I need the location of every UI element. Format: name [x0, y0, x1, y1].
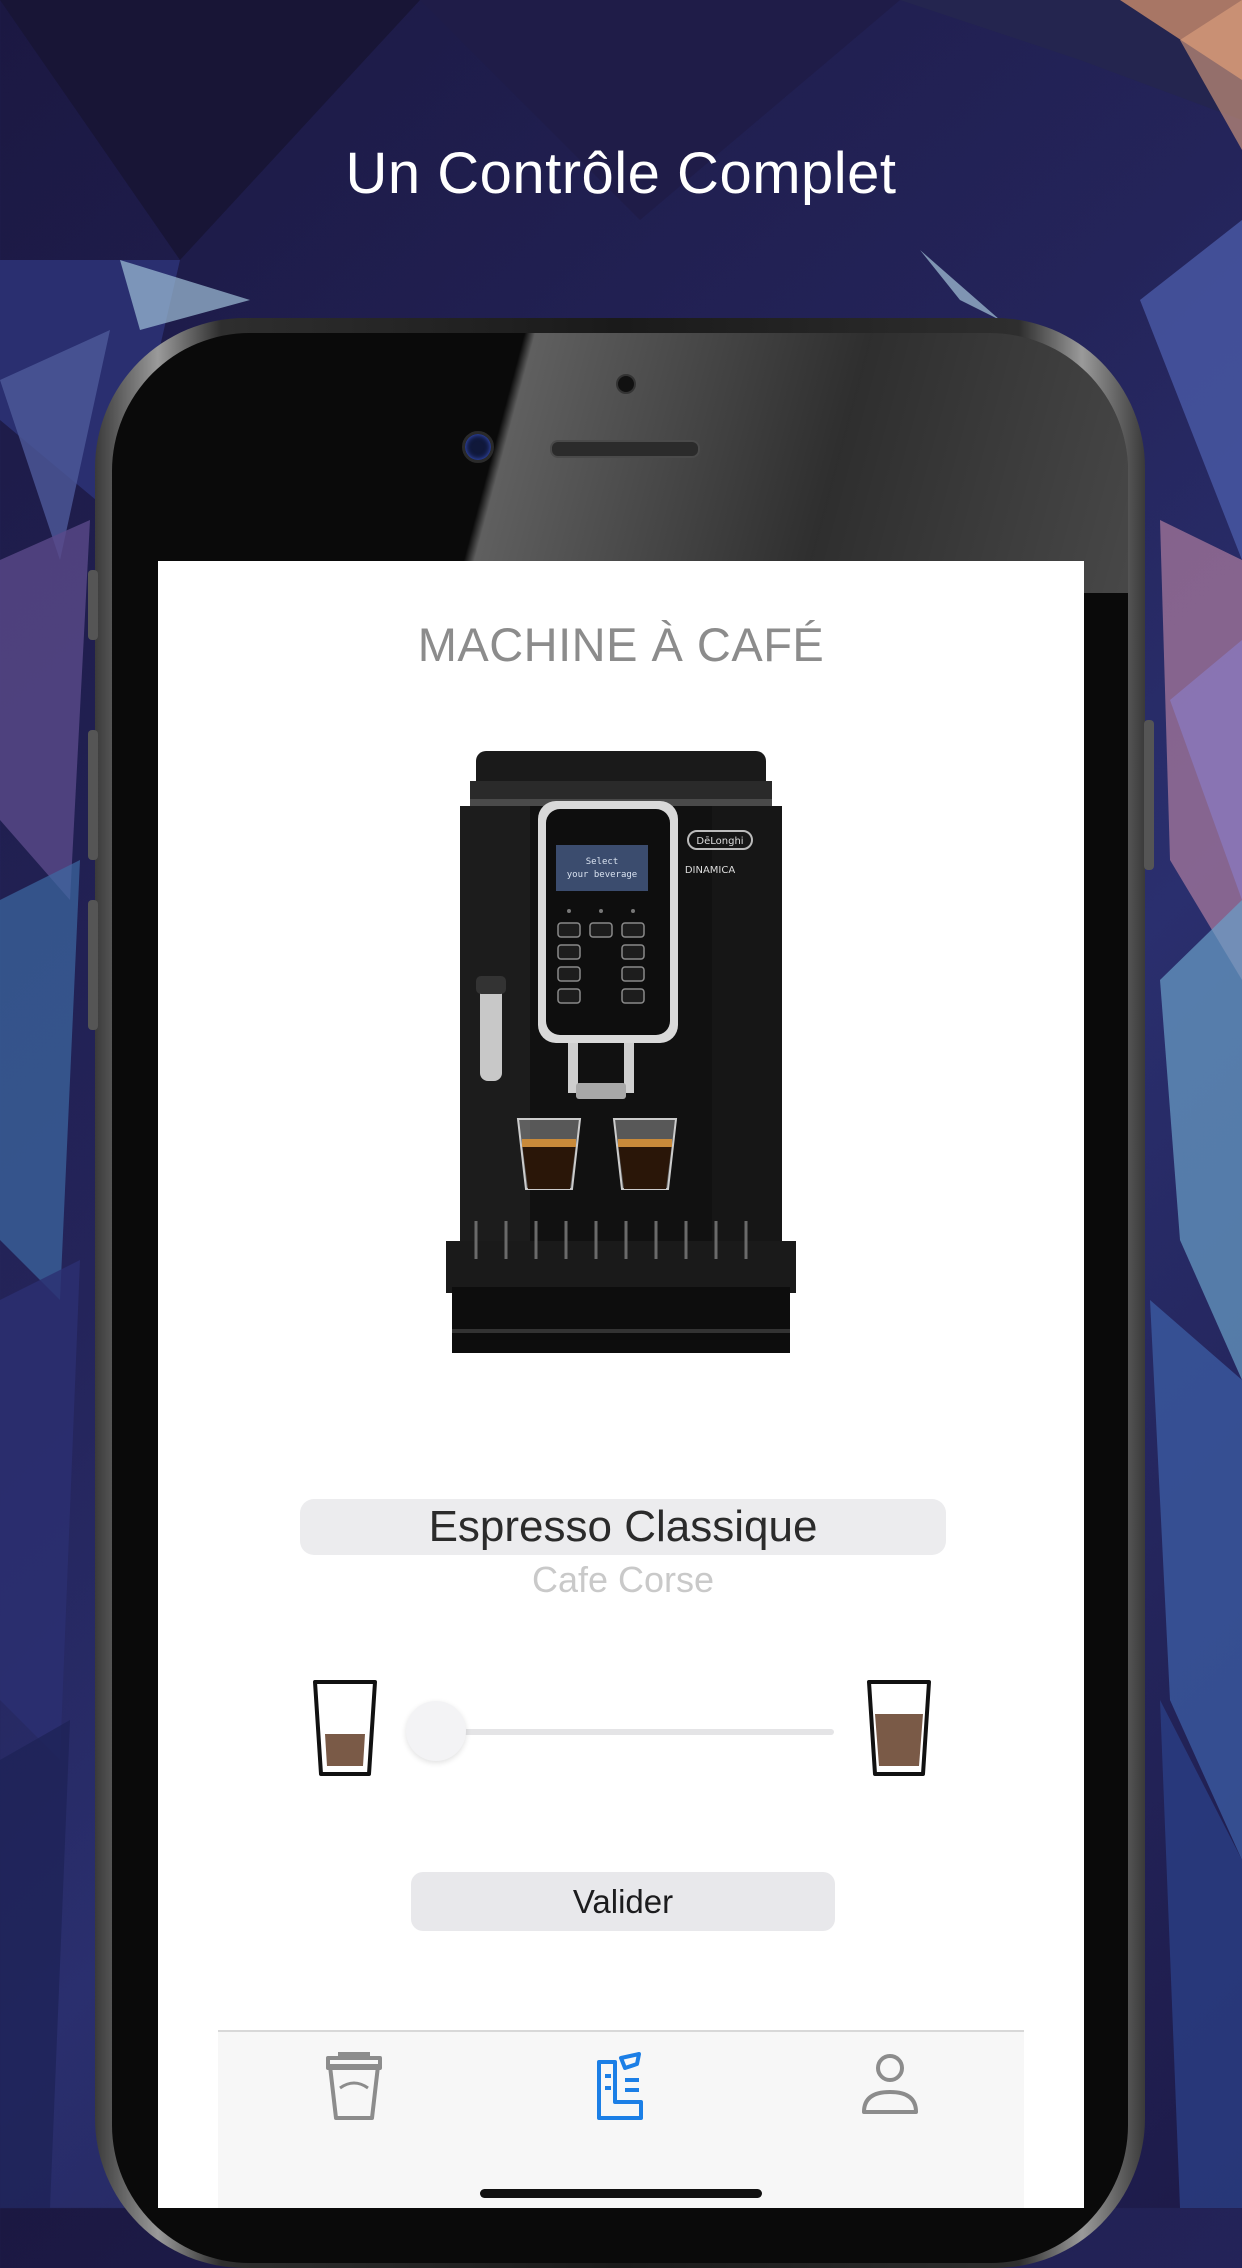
earpiece-speaker [550, 440, 700, 458]
tab-profile[interactable] [840, 2032, 940, 2132]
beverage-picker-selected[interactable]: Espresso Classique [300, 1499, 946, 1555]
volume-down-button [88, 900, 98, 1030]
profile-icon [862, 2054, 918, 2114]
coffee-machine-image: Select your beverage DēLonghi DINAMICA [446, 751, 796, 1353]
large-cup-icon [867, 1680, 931, 1776]
promo-headline: Un Contrôle Complet [345, 141, 897, 206]
tab-beverages[interactable] [304, 2032, 404, 2132]
app-screen: MACHINE À CAFÉ Select your beverage DēLo… [158, 561, 1084, 2208]
machine-display-line2: your beverage [567, 870, 637, 880]
small-cup-icon [313, 1680, 377, 1776]
tab-bar [218, 2030, 1024, 2208]
machine-display-line1: Select [586, 857, 619, 867]
power-button [1144, 720, 1154, 870]
coffee-cup-icon [326, 2052, 382, 2120]
volume-up-button [88, 730, 98, 860]
home-indicator[interactable] [480, 2189, 762, 2198]
phone-glare [112, 333, 1128, 593]
mute-switch [88, 570, 98, 640]
machine-control-icon [597, 2052, 643, 2120]
page-title: MACHINE À CAFÉ [417, 618, 825, 671]
size-slider-track[interactable] [436, 1729, 834, 1735]
validate-button[interactable]: Valider [411, 1872, 835, 1931]
proximity-sensor [616, 374, 636, 394]
machine-model: DINAMICA [685, 865, 736, 876]
tab-machine-control[interactable] [571, 2032, 671, 2132]
machine-brand: DēLonghi [696, 836, 743, 847]
size-slider-thumb[interactable] [406, 1701, 466, 1761]
beverage-picker-next[interactable]: Cafe Corse [300, 1559, 946, 1601]
front-camera [462, 431, 494, 463]
